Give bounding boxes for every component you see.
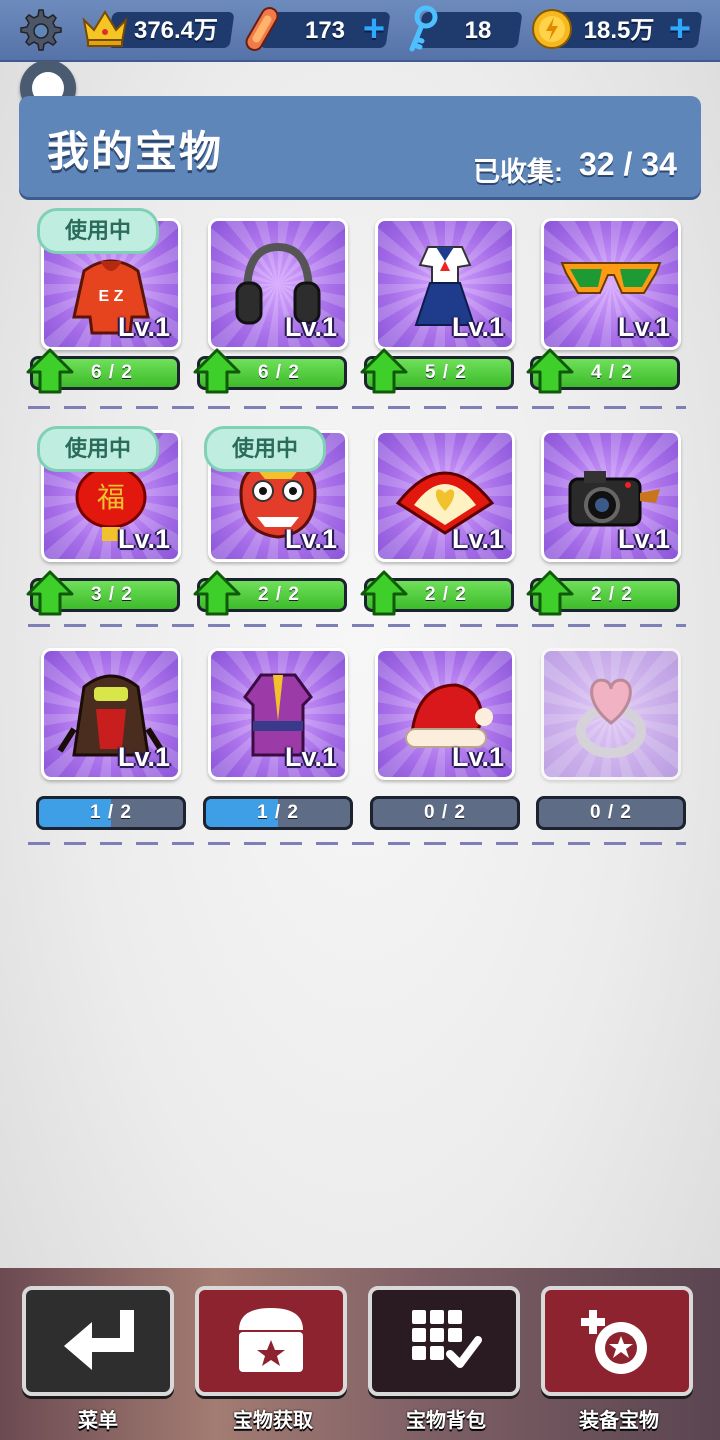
in-use-badge: 使用中 — [37, 208, 159, 254]
upgrade-arrow-icon[interactable] — [26, 348, 74, 394]
board-value: 173 — [304, 17, 346, 44]
coin-value: 18.5万 — [583, 17, 655, 44]
treasure-card-heart-ring[interactable] — [541, 648, 681, 780]
collected-label: 已收集: — [473, 157, 563, 187]
level-label: Lv.1 — [617, 312, 670, 342]
gear-icon[interactable] — [14, 6, 64, 56]
treasure-card-headphones[interactable]: Lv.1 — [208, 218, 348, 350]
in-use-badge: 使用中 — [37, 426, 159, 472]
coin-icon — [532, 9, 572, 49]
treasure-card-fan[interactable]: Lv.1 — [375, 430, 515, 562]
treasure-card-sailor-uniform[interactable]: Lv.1 — [375, 218, 515, 350]
crown-value: 376.4万 — [133, 17, 219, 44]
row-separator — [28, 624, 686, 627]
in-use-badge: 使用中 — [204, 426, 326, 472]
level-label: Lv.1 — [451, 524, 504, 554]
level-label: Lv.1 — [284, 742, 337, 772]
crown-icon — [82, 10, 128, 47]
level-label: Lv.1 — [117, 524, 170, 554]
page-title: 我的宝物 — [47, 128, 224, 175]
equip-treasure-label: 装备宝物 — [579, 1410, 659, 1432]
add-coin-button[interactable]: + — [662, 10, 698, 48]
equip-icon — [581, 1310, 647, 1374]
chest-icon — [239, 1308, 303, 1372]
level-label: Lv.1 — [284, 312, 337, 342]
progress-bar: 1 / 2 — [203, 796, 353, 830]
treasure-card-santa-hat[interactable]: Lv.1 — [375, 648, 515, 780]
key-value: 18 — [464, 17, 492, 44]
santa-hat-icon — [405, 683, 493, 748]
get-treasure-label: 宝物获取 — [233, 1410, 313, 1432]
level-label: Lv.1 — [117, 312, 170, 342]
level-label: Lv.1 — [451, 742, 504, 772]
add-board-button[interactable]: + — [356, 10, 392, 48]
progress-bar: 1 / 2 — [36, 796, 186, 830]
progress-bar: 0 / 2 — [370, 796, 520, 830]
menu-label: 菜单 — [78, 1410, 118, 1432]
skateboard-icon — [245, 7, 279, 51]
treasure-bag-label: 宝物背包 — [406, 1410, 486, 1432]
upgrade-arrow-icon[interactable] — [526, 348, 574, 394]
heart-ring-art — [576, 678, 646, 758]
collected-count: 32 / 34 — [579, 146, 677, 182]
top-status-bar: 376.4万 173 + 18 18.5万 + — [0, 0, 720, 62]
heart-ring-icon — [576, 678, 646, 758]
upgrade-arrow-icon[interactable] — [360, 570, 408, 616]
back-arrow-icon — [64, 1310, 134, 1370]
upgrade-arrow-icon[interactable] — [193, 348, 241, 394]
upgrade-arrow-icon[interactable] — [526, 570, 574, 616]
level-label: Lv.1 — [451, 312, 504, 342]
level-label: Lv.1 — [284, 524, 337, 554]
treasure-bag-button[interactable] — [368, 1286, 520, 1396]
key-icon — [409, 5, 438, 52]
treasure-card-hooded-jacket[interactable]: Lv.1 — [41, 648, 181, 780]
level-label: Lv.1 — [617, 524, 670, 554]
camera-icon — [568, 471, 660, 527]
grid-check-icon — [412, 1310, 482, 1368]
treasure-card-camera[interactable]: Lv.1 — [541, 430, 681, 562]
upgrade-arrow-icon[interactable] — [26, 570, 74, 616]
treasure-card-sunglasses[interactable]: Lv.1 — [541, 218, 681, 350]
row-separator — [28, 406, 686, 409]
sunglasses-icon — [560, 262, 662, 294]
treasure-card-robe[interactable]: Lv.1 — [208, 648, 348, 780]
menu-button[interactable] — [22, 1286, 174, 1396]
level-label: Lv.1 — [117, 742, 170, 772]
svg-text:E Z: E Z — [99, 288, 124, 305]
progress-bar: 0 / 2 — [536, 796, 686, 830]
upgrade-arrow-icon[interactable] — [193, 570, 241, 616]
get-treasure-button[interactable] — [195, 1286, 347, 1396]
upgrade-arrow-icon[interactable] — [360, 348, 408, 394]
equip-treasure-button[interactable] — [541, 1286, 693, 1396]
row-separator — [28, 842, 686, 845]
collection-header: 我的宝物 已收集: 32 / 34 — [19, 96, 701, 197]
svg-text:福: 福 — [97, 481, 125, 514]
